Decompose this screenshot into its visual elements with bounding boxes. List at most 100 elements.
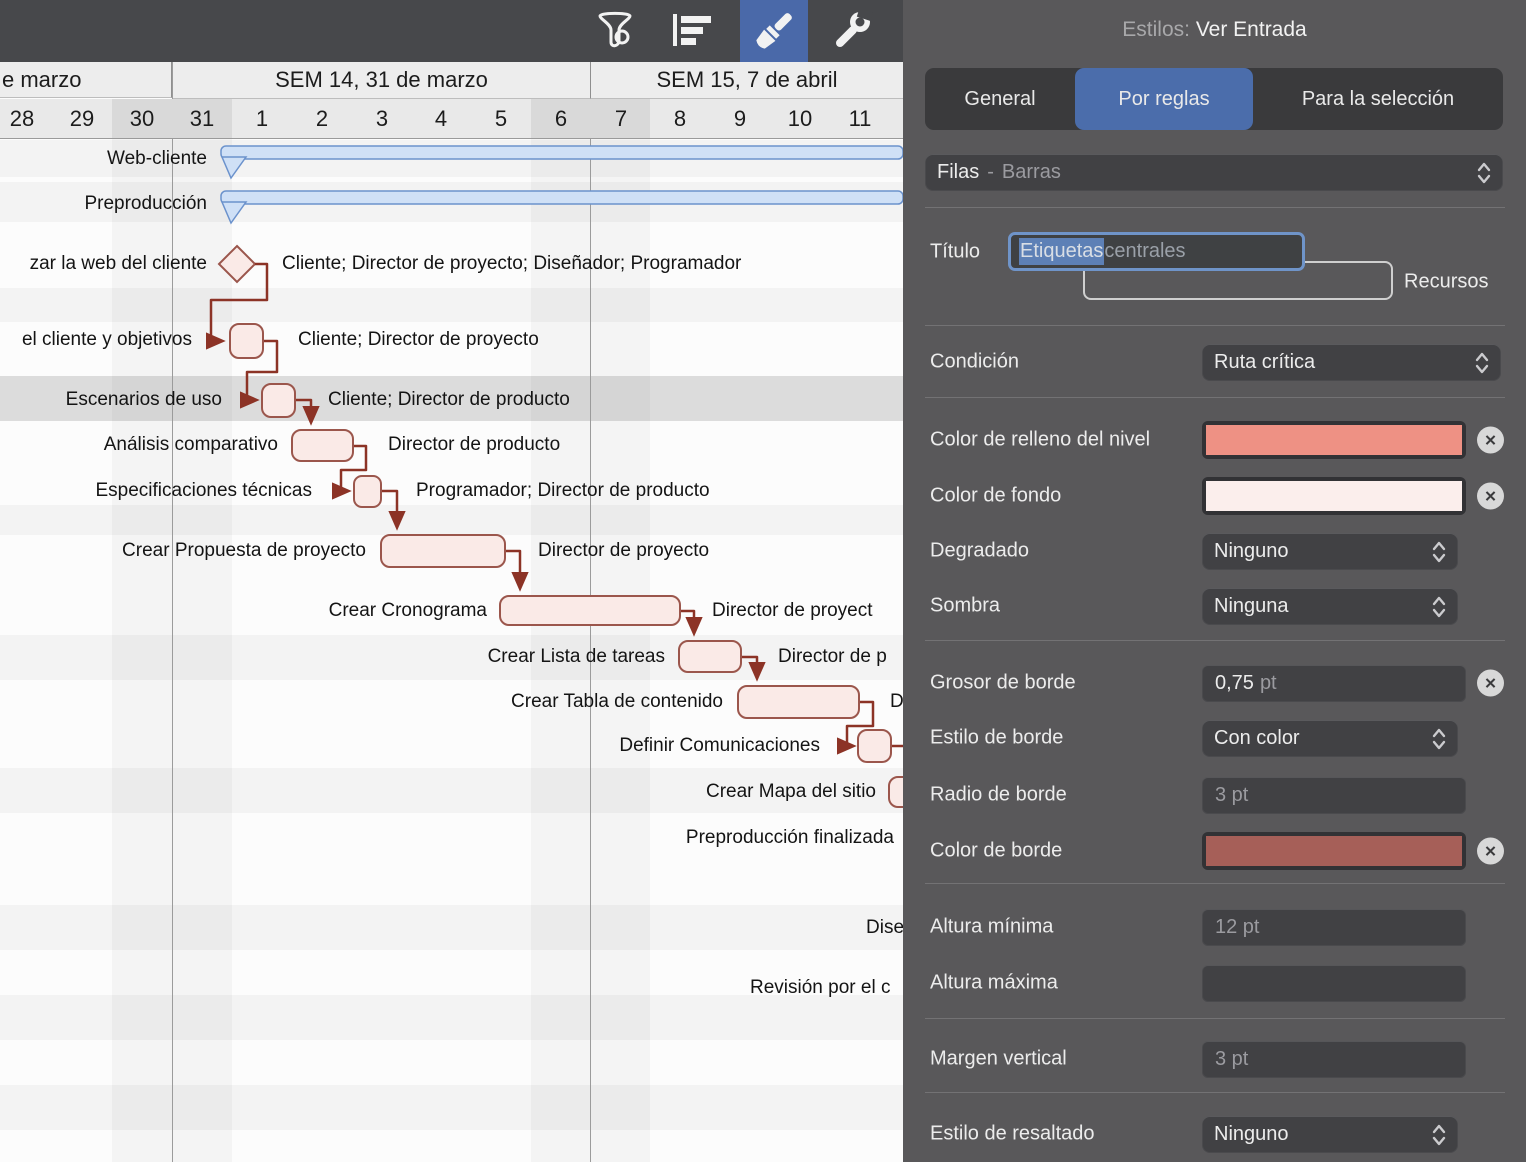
altura-maxima-label: Altura máxima	[930, 972, 1058, 995]
grosor-value: 0,75	[1215, 672, 1254, 695]
resource-label: D	[890, 691, 903, 713]
style-button[interactable]	[740, 0, 808, 62]
stepper-icon[interactable]	[1432, 726, 1446, 752]
relleno-clear-button[interactable]: ✕	[1477, 427, 1504, 454]
fondo-label: Color de fondo	[930, 485, 1061, 508]
task-label[interactable]: Dise	[866, 917, 903, 939]
titulo-rest-text: centrales	[1104, 238, 1185, 265]
condicion-select[interactable]: Ruta crítica	[1202, 344, 1501, 381]
resource-label: Director de proyect	[712, 600, 873, 622]
tab-por-reglas[interactable]: Por reglas	[1075, 68, 1253, 130]
fondo-color-well[interactable]	[1202, 477, 1466, 515]
task-label[interactable]: Definir Comunicaciones	[619, 735, 820, 757]
gantt-chart-area: e marzo SEM 14, 31 de marzo SEM 15, 7 de…	[0, 0, 903, 1162]
task-bar-escenarios[interactable]	[262, 384, 295, 417]
stepper-icon[interactable]	[1432, 539, 1446, 565]
task-label[interactable]: Web-cliente	[107, 148, 207, 170]
resource-label: Cliente; Director de producto	[328, 389, 570, 411]
grosor-input[interactable]: 0,75 pt	[1202, 665, 1466, 702]
recursos-label: Recursos	[1404, 271, 1488, 294]
margen-vertical-value: 3 pt	[1215, 1048, 1248, 1071]
task-label[interactable]: Preproducción finalizada	[686, 827, 894, 849]
task-label[interactable]: Análisis comparativo	[104, 434, 278, 456]
task-label[interactable]: Crear Mapa del sitio	[706, 781, 876, 803]
relleno-color-well[interactable]	[1202, 421, 1466, 459]
app-window: e marzo SEM 14, 31 de marzo SEM 15, 7 de…	[0, 0, 1526, 1162]
altura-minima-input[interactable]: 12 pt	[1202, 909, 1466, 946]
estilo-resaltado-value: Ninguno	[1214, 1123, 1289, 1146]
estilo-resaltado-label: Estilo de resaltado	[930, 1123, 1095, 1146]
radio-borde-label: Radio de borde	[930, 784, 1067, 807]
divider	[925, 883, 1505, 884]
tools-button[interactable]	[818, 0, 886, 62]
task-bar-propuesta[interactable]	[381, 535, 505, 567]
estilo-resaltado-select[interactable]: Ninguno	[1202, 1116, 1458, 1153]
resource-label: Director de p	[778, 646, 887, 668]
milestone-diamond[interactable]	[219, 246, 255, 282]
group-bar-preproduccion[interactable]	[221, 191, 903, 223]
resource-label: Programador; Director de producto	[416, 480, 710, 502]
task-label[interactable]: Crear Cronograma	[329, 600, 487, 622]
degradado-label: Degradado	[930, 540, 1029, 563]
rule-target-select[interactable]: Filas - Barras	[925, 154, 1503, 191]
margen-vertical-input[interactable]: 3 pt	[1202, 1041, 1466, 1078]
relleno-label: Color de relleno del nivel	[930, 429, 1150, 452]
resource-label: Director de producto	[388, 434, 560, 456]
altura-minima-value: 12 pt	[1215, 916, 1259, 939]
grosor-label: Grosor de borde	[930, 672, 1076, 695]
task-bar-comunicaciones[interactable]	[858, 730, 891, 762]
task-label[interactable]: Crear Tabla de contenido	[511, 691, 723, 713]
wrench-icon	[831, 10, 873, 52]
estilo-borde-value: Con color	[1214, 727, 1300, 750]
estilo-borde-label: Estilo de borde	[930, 727, 1063, 750]
group-bar-web-cliente[interactable]	[221, 146, 903, 178]
task-bar-analisis[interactable]	[292, 430, 353, 461]
filter-funnel-icon	[596, 11, 634, 51]
tab-para-la-seleccion[interactable]: Para la selección	[1253, 68, 1503, 130]
resource-label: Director de proyecto	[538, 540, 709, 562]
stepper-icon[interactable]	[1477, 160, 1491, 186]
task-label[interactable]: Escenarios de uso	[66, 389, 222, 411]
divider	[925, 207, 1505, 208]
color-borde-well[interactable]	[1202, 832, 1466, 870]
task-label[interactable]: Crear Propuesta de proyecto	[122, 540, 366, 562]
fondo-clear-button[interactable]: ✕	[1477, 483, 1504, 510]
color-borde-clear-button[interactable]: ✕	[1477, 838, 1504, 865]
outline-button[interactable]	[659, 0, 727, 62]
sombra-label: Sombra	[930, 595, 1000, 618]
task-label[interactable]: Revisión por el c	[750, 977, 890, 999]
divider	[925, 325, 1505, 326]
grosor-unit: pt	[1260, 672, 1277, 695]
task-bar-cronograma[interactable]	[500, 596, 680, 625]
panel-title-value: Ver Entrada	[1196, 18, 1307, 41]
task-label[interactable]: Especificaciones técnicas	[96, 480, 313, 502]
task-label[interactable]: zar la web del cliente	[30, 253, 207, 275]
stepper-icon[interactable]	[1432, 1122, 1446, 1148]
task-bar-tabla[interactable]	[738, 686, 859, 718]
task-label[interactable]: el cliente y objetivos	[22, 329, 192, 351]
task-bar-objetivos[interactable]	[230, 324, 263, 358]
estilo-borde-select[interactable]: Con color	[1202, 720, 1458, 757]
tab-general[interactable]: General	[925, 68, 1075, 130]
task-bar-mapa[interactable]	[889, 777, 903, 807]
task-label[interactable]: Crear Lista de tareas	[488, 646, 665, 668]
stepper-icon[interactable]	[1475, 350, 1489, 376]
grosor-clear-button[interactable]: ✕	[1477, 670, 1504, 697]
degradado-value: Ninguno	[1214, 540, 1289, 563]
altura-maxima-input[interactable]	[1202, 965, 1466, 1002]
divider	[925, 1018, 1505, 1019]
panel-title-prefix: Estilos:	[1122, 18, 1190, 41]
outline-list-icon	[673, 14, 713, 48]
titulo-field[interactable]: Etiquetas centrales	[1008, 232, 1305, 271]
filter-button[interactable]	[581, 0, 649, 62]
task-label[interactable]: Preproducción	[84, 193, 207, 215]
stepper-icon[interactable]	[1432, 594, 1446, 620]
sombra-select[interactable]: Ninguna	[1202, 588, 1458, 625]
degradado-select[interactable]: Ninguno	[1202, 533, 1458, 570]
inspector-tab-bar: General Por reglas Para la selección	[925, 68, 1503, 130]
task-bar-especificaciones[interactable]	[354, 476, 381, 507]
panel-title: Estilos: Ver Entrada	[903, 18, 1526, 42]
margen-vertical-label: Margen vertical	[930, 1048, 1067, 1071]
task-bar-lista[interactable]	[679, 641, 741, 672]
radio-borde-input[interactable]: 3 pt	[1202, 777, 1466, 814]
